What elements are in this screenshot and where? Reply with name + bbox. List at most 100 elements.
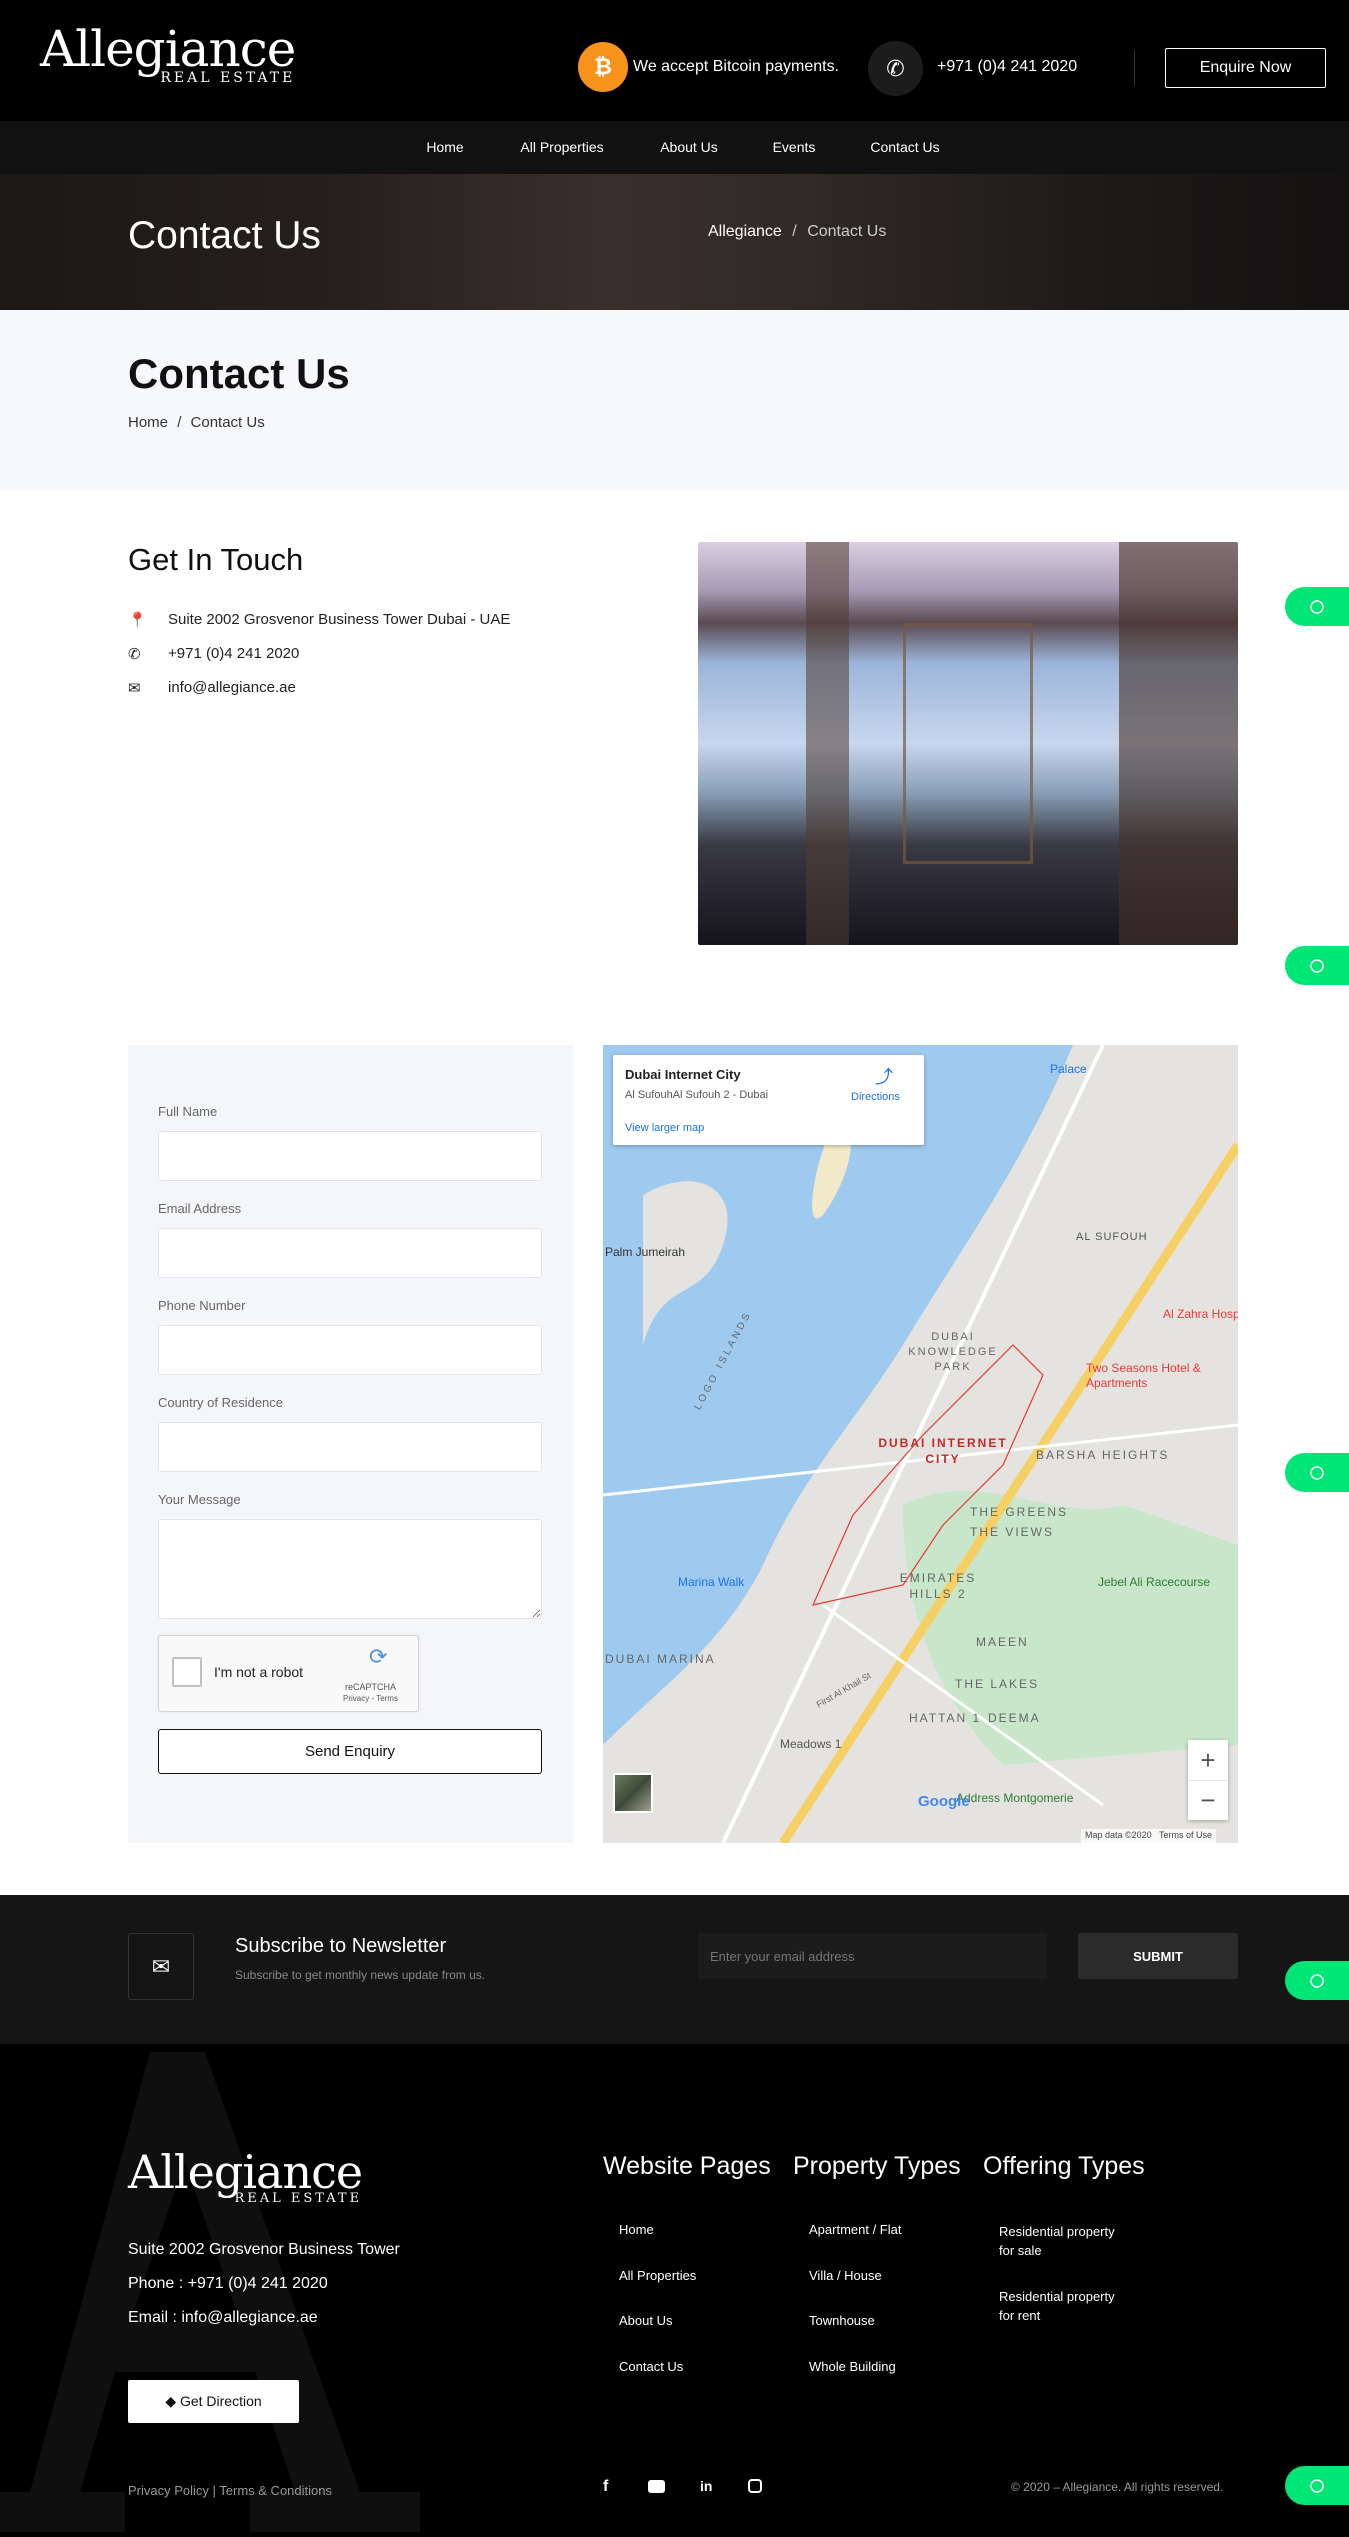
country-label: Country of Residence <box>158 1395 284 1410</box>
send-enquiry-button[interactable]: Send Enquiry <box>158 1729 542 1774</box>
envelope-icon: ✉ <box>128 1933 194 2000</box>
recaptcha: I'm not a robot ⟳ reCAPTCHA Privacy - Te… <box>158 1635 419 1712</box>
map[interactable]: Palace Palm Jumeirah AL SUFOUH DUBAI KNO… <box>603 1045 1238 1843</box>
enquire-now-button[interactable]: Enquire Now <box>1165 48 1326 88</box>
email-input[interactable] <box>158 1228 542 1278</box>
zoom-in-button[interactable]: + <box>1188 1740 1228 1780</box>
facebook-icon[interactable]: f <box>603 2478 608 2496</box>
copyright: © 2020 – Allegiance. All rights reserved… <box>1011 2480 1224 2494</box>
hero-title: Contact Us <box>128 214 321 257</box>
footer-link[interactable]: Contact Us <box>619 2359 683 2374</box>
linkedin-icon[interactable]: in <box>700 2478 712 2494</box>
full-name-input[interactable] <box>158 1131 542 1181</box>
whatsapp-button[interactable] <box>1285 946 1349 985</box>
footer-link[interactable]: About Us <box>619 2313 672 2328</box>
footer: Allegiance REAL ESTATE Suite 2002 Grosve… <box>0 2044 1349 2537</box>
newsletter-section: ✉ Subscribe to Newsletter Subscribe to g… <box>0 1895 1349 2044</box>
main-nav: Home All Properties About Us Events Cont… <box>0 121 1349 174</box>
whatsapp-button[interactable] <box>1285 1453 1349 1492</box>
hero-breadcrumb: Allegiance / Contact Us <box>708 223 887 240</box>
bitcoin-icon: ₿ <box>578 42 628 92</box>
full-name-label: Full Name <box>158 1104 218 1119</box>
directions-icon[interactable]: ⤴ <box>875 1063 893 1089</box>
newsletter-submit-button[interactable]: SUBMIT <box>1078 1933 1238 1979</box>
bitcoin-text: We accept Bitcoin payments. <box>633 58 840 75</box>
logo[interactable]: Allegiance REAL ESTATE <box>40 24 296 86</box>
footer-link[interactable]: Whole Building <box>809 2359 896 2374</box>
whatsapp-button[interactable] <box>1285 2466 1349 2505</box>
divider <box>1134 50 1135 86</box>
page-title: Contact Us <box>128 350 350 397</box>
view-larger-map-link[interactable]: View larger map <box>625 1122 704 1134</box>
phone-label: Phone Number <box>158 1298 246 1313</box>
satellite-toggle[interactable] <box>613 1773 653 1813</box>
breadcrumb: Home / Contact Us <box>128 414 265 431</box>
nav-all-properties[interactable]: All Properties <box>520 139 603 155</box>
contact-title: Get In Touch <box>128 542 304 577</box>
whatsapp-button[interactable] <box>1285 1961 1349 2000</box>
email-label: Email Address <box>158 1201 242 1216</box>
zoom-controls: + − <box>1188 1740 1228 1820</box>
whatsapp-icon <box>1310 599 1324 614</box>
footer-link[interactable]: Apartment / Flat <box>809 2222 901 2237</box>
recaptcha-checkbox[interactable] <box>172 1657 202 1687</box>
contact-email[interactable]: info@allegiance.ae <box>168 679 296 696</box>
enquiry-form: Full Name Email Address Phone Number Cou… <box>128 1045 573 1843</box>
location-icon: 📍 <box>128 612 147 629</box>
footer-email: Email : info@allegiance.ae <box>128 2309 318 2326</box>
breadcrumb-current: Contact Us <box>807 223 887 240</box>
nav-contact-us[interactable]: Contact Us <box>870 139 939 155</box>
contact-address: Suite 2002 Grosvenor Business Tower Duba… <box>168 611 511 628</box>
phone-icon: ✆ <box>868 41 923 96</box>
whatsapp-icon <box>1310 1973 1324 1988</box>
country-input[interactable] <box>158 1422 542 1472</box>
envelope-icon: ✉ <box>128 680 141 697</box>
nav-home[interactable]: Home <box>426 139 463 155</box>
phone-icon: ✆ <box>128 646 141 663</box>
message-label: Your Message <box>158 1492 241 1507</box>
footer-link[interactable]: Residential property for sale <box>999 2222 1124 2260</box>
footer-address: Suite 2002 Grosvenor Business Tower <box>128 2241 400 2258</box>
footer-logo: Allegiance REAL ESTATE <box>128 2145 363 2206</box>
header-phone[interactable]: +971 (0)4 241 2020 <box>937 58 1077 76</box>
footer-link[interactable]: Home <box>619 2222 654 2237</box>
footer-col-title: Website Pages <box>603 2152 771 2180</box>
nav-events[interactable]: Events <box>773 139 816 155</box>
direction-icon: ◆ <box>165 2393 180 2409</box>
footer-link[interactable]: Townhouse <box>809 2313 875 2328</box>
newsletter-subtitle: Subscribe to get monthly news update fro… <box>235 1968 486 1982</box>
breadcrumb-home[interactable]: Home <box>128 414 168 431</box>
google-logo: Google <box>918 1793 970 1810</box>
terms-of-use-link[interactable]: Terms of Use <box>1159 1830 1212 1840</box>
zoom-out-button[interactable]: − <box>1188 1780 1228 1820</box>
breadcrumb-current: Contact Us <box>190 414 265 431</box>
instagram-icon[interactable] <box>748 2479 762 2493</box>
lobby-image <box>698 542 1238 945</box>
page-header: Contact Us Home / Contact Us <box>0 310 1349 491</box>
phone-input[interactable] <box>158 1325 542 1375</box>
nav-about-us[interactable]: About Us <box>660 139 718 155</box>
whatsapp-button[interactable] <box>1285 587 1349 626</box>
whatsapp-icon <box>1310 1465 1324 1480</box>
contact-phone[interactable]: +971 (0)4 241 2020 <box>168 645 299 662</box>
breadcrumb-root[interactable]: Allegiance <box>708 223 782 240</box>
footer-phone: Phone : +971 (0)4 241 2020 <box>128 2275 328 2292</box>
map-attribution: Map data ©2020 Terms of Use <box>1081 1829 1217 1843</box>
legal-links[interactable]: Privacy Policy | Terms & Conditions <box>128 2483 332 2498</box>
youtube-icon[interactable] <box>648 2480 665 2493</box>
newsletter-email-input[interactable] <box>698 1933 1047 1979</box>
header: Allegiance REAL ESTATE ₿ We accept Bitco… <box>0 0 1349 121</box>
newsletter-title: Subscribe to Newsletter <box>235 1935 447 1957</box>
footer-link[interactable]: Villa / House <box>809 2268 882 2283</box>
whatsapp-icon <box>1310 2478 1324 2493</box>
hero-banner: Contact Us Allegiance / Contact Us <box>0 174 1349 310</box>
map-place-name: Dubai Internet City <box>625 1067 741 1082</box>
footer-link[interactable]: All Properties <box>619 2268 696 2283</box>
footer-col-title: Offering Types <box>983 2152 1145 2180</box>
footer-link[interactable]: Residential property for rent <box>999 2287 1124 2325</box>
map-info-card: Dubai Internet City Al SufouhAl Sufouh 2… <box>613 1055 924 1145</box>
directions-link[interactable]: Directions <box>851 1091 900 1103</box>
get-direction-button[interactable]: ◆ Get Direction <box>128 2380 299 2423</box>
footer-col-title: Property Types <box>793 2152 961 2180</box>
message-textarea[interactable] <box>158 1519 542 1619</box>
